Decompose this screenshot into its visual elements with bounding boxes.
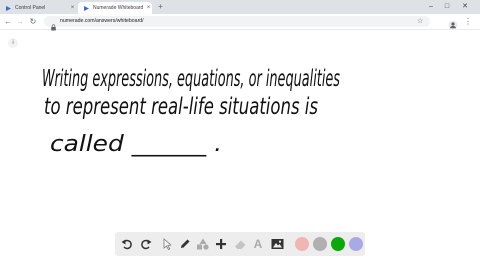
address-bar[interactable]: numerade.com/answers/whiteboard/ ☆: [44, 16, 430, 31]
tab-numerade-whiteboard[interactable]: Numerade Whiteboard ×: [78, 2, 152, 14]
eraser-icon[interactable]: [232, 236, 248, 252]
back-arrow-icon[interactable]: ←: [3, 17, 13, 27]
maximize-button[interactable]: □: [440, 1, 454, 12]
tab-close-icon[interactable]: ×: [69, 5, 76, 11]
tab-control-panel[interactable]: Control Panel ×: [0, 2, 76, 14]
select-icon[interactable]: [159, 236, 175, 252]
control-panel-favicon-icon: [6, 5, 11, 11]
color-swatch-green[interactable]: [331, 237, 345, 251]
handwritten-content: Writing expressions, equations, or inequ…: [42, 66, 340, 156]
reload-icon[interactable]: ↻: [28, 17, 38, 27]
undo-icon[interactable]: [119, 236, 135, 252]
close-window-button[interactable]: ✕: [458, 1, 472, 12]
forward-arrow-icon[interactable]: →: [15, 17, 25, 27]
whiteboard-canvas[interactable]: i Writing expressions, equations, or ine…: [0, 31, 480, 260]
redo-icon[interactable]: [138, 236, 154, 252]
browser-tab-strip: Control Panel × Numerade Whiteboard × + …: [0, 0, 480, 14]
lock-icon: [50, 18, 57, 31]
text-tool-glyph: A: [253, 237, 263, 251]
minimize-button[interactable]: –: [424, 1, 438, 12]
color-swatch-gray[interactable]: [313, 237, 327, 251]
tab-label: Control Panel: [15, 5, 46, 11]
tab-label: Numerade Whiteboard: [93, 5, 144, 11]
numerade-favicon-icon: [84, 5, 89, 11]
browser-menu-icon[interactable]: ⋮: [464, 16, 472, 28]
browser-toolbar: ← → ↻ numerade.com/answers/whiteboard/ ☆…: [0, 14, 480, 31]
whiteboard-toolbar: A: [115, 232, 365, 256]
tab-close-icon[interactable]: ×: [145, 5, 152, 11]
add-icon[interactable]: [213, 236, 229, 252]
shapes-icon[interactable]: [195, 236, 211, 252]
profile-avatar-icon[interactable]: [448, 17, 458, 30]
color-swatch-lavender[interactable]: [349, 237, 363, 251]
pen-icon[interactable]: [177, 236, 193, 252]
handwritten-line-1: Writing expressions, equations, or inequ…: [42, 66, 340, 93]
new-tab-button[interactable]: +: [156, 2, 165, 12]
text-icon[interactable]: A: [250, 236, 266, 252]
handwritten-line-2: to represent real-life situations is: [44, 94, 318, 121]
image-icon[interactable]: [269, 236, 285, 252]
url-text: numerade.com/answers/whiteboard/: [60, 18, 144, 24]
bookmark-star-icon[interactable]: ☆: [417, 16, 423, 27]
color-swatch-pink[interactable]: [295, 237, 309, 251]
handwritten-line-3: called ______ .: [50, 130, 222, 156]
